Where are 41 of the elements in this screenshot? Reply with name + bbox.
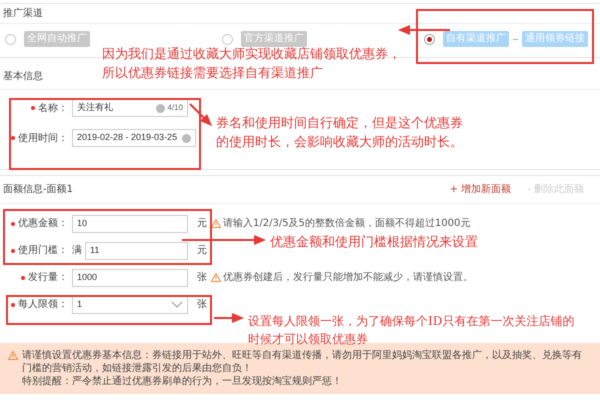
section-title: 推广渠道 bbox=[0, 4, 600, 24]
date-range-field[interactable]: 2019-02-28 - 2019-03-25 bbox=[72, 129, 196, 147]
warning-icon bbox=[8, 351, 18, 360]
annotation-arrow bbox=[214, 313, 244, 323]
unit-label: 张 bbox=[197, 298, 208, 312]
warning-icon bbox=[211, 219, 221, 228]
annotation-text: 设置每人限领一张，为了确保每个ID只有在第一次关注店铺的 时候才可以领取优惠券 bbox=[248, 313, 574, 348]
notice-text: 请谨慎设置优惠券基本信息：券链接用于站外、旺旺等自有渠道传播，请勿用于阿里妈妈淘宝联盟各推广，以及抽奖、兑换等有门槛的营销活动，如链接泄露引发的后果由您自负！ bbox=[22, 349, 583, 375]
field-label: 使用时间： bbox=[18, 132, 68, 146]
annotation-text: 券名和使用时间自行确定，但是这个优惠券 的使用时长，会影响收藏大师的活动时长。 bbox=[216, 115, 463, 152]
radio-button[interactable] bbox=[5, 34, 16, 44]
input-field[interactable]: 11 bbox=[85, 242, 188, 260]
annotation-arrow bbox=[189, 103, 212, 126]
hint-text: 优惠券创建后，发行量只能增加不能减少，请谨慎设置。 bbox=[223, 270, 473, 285]
unit-label: 元 bbox=[197, 217, 208, 231]
clear-icon[interactable] bbox=[156, 104, 166, 112]
input-field[interactable]: 1000 bbox=[72, 268, 188, 286]
input-field[interactable]: 10 bbox=[72, 214, 188, 232]
annotation-text: 因为我们是通过收藏大师实现收藏店铺领取优惠券， 所以优惠券链接需要选择自有渠道推广 bbox=[102, 46, 401, 83]
field-label: 使用门槛： bbox=[18, 244, 68, 258]
input-field[interactable]: 关注有礼 4/10 bbox=[72, 99, 188, 117]
section-title: 面额信息-面额1 bbox=[3, 182, 73, 197]
hint-text: 请输入1/2/3/5及5的整数倍金额，面额不得超过1000元 bbox=[223, 216, 470, 231]
add-denomination-link[interactable]: + 增加新面额 bbox=[442, 182, 520, 197]
radio-button[interactable] bbox=[424, 34, 435, 44]
annotation-text: 优惠金额和使用门槛根据情况来设置 bbox=[270, 234, 478, 252]
field-label: 名称： bbox=[38, 102, 68, 116]
warning-icon bbox=[211, 273, 221, 282]
prefix-label: 满 bbox=[72, 244, 82, 258]
field-label: 优惠金额： bbox=[18, 216, 68, 231]
notice-text: 特别提醒：严令禁止通过优惠券刷单的行为，一旦发现按淘宝规则严惩！ bbox=[22, 375, 343, 388]
link-tag: 通用领券链接 bbox=[522, 31, 588, 47]
character-counter: 4/10 bbox=[167, 102, 183, 114]
field-label: 每人限领： bbox=[18, 298, 68, 312]
clear-icon[interactable] bbox=[182, 134, 191, 142]
radio-button[interactable] bbox=[222, 34, 233, 44]
field-label: 发行量： bbox=[28, 271, 68, 285]
chevron-down-icon bbox=[171, 301, 183, 308]
unit-label: 张 bbox=[197, 270, 208, 285]
annotation-arrow bbox=[398, 25, 450, 35]
unit-label: 元 bbox=[197, 244, 208, 258]
